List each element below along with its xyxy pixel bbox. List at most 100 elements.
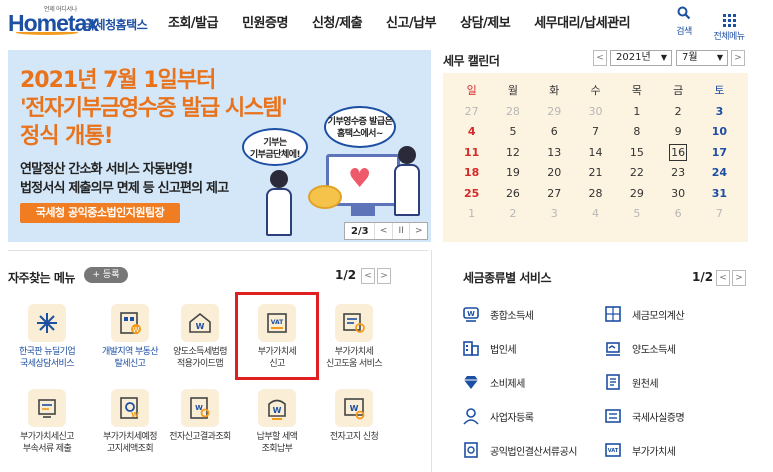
- calendar-day[interactable]: 31: [699, 184, 740, 205]
- calendar-day[interactable]: 19: [492, 163, 533, 184]
- coins-illustration: [308, 185, 342, 209]
- calendar-day[interactable]: 2: [657, 102, 698, 123]
- calendar-day[interactable]: 1: [616, 102, 657, 123]
- tax-service-label: 종합소득세: [490, 310, 534, 322]
- tax-service-item[interactable]: VAT 부가가치세: [603, 440, 676, 460]
- favorite-label-line1: 부가가치세: [334, 347, 374, 357]
- banner-prev-button[interactable]: <: [374, 223, 392, 239]
- calendar-year-select[interactable]: 2021년 ▼: [610, 50, 672, 66]
- calendar-day[interactable]: 3: [699, 102, 740, 123]
- calendar-weekday-header: 목: [631, 84, 642, 97]
- calendar-day[interactable]: 18: [451, 163, 492, 184]
- logo-swoosh: [16, 30, 78, 35]
- calendar-day[interactable]: 29: [616, 184, 657, 205]
- tax-service-item[interactable]: 사업자등록: [461, 406, 534, 426]
- favorite-item[interactable]: W 개발지역 부동산 탈세신고: [90, 304, 170, 370]
- tax-service-item[interactable]: 공익법인결산서류공시: [461, 440, 578, 460]
- calendar-day-number: 1: [633, 104, 641, 118]
- calendar-day[interactable]: 21: [575, 163, 616, 184]
- calendar-day[interactable]: 25: [451, 184, 492, 205]
- calendar-day[interactable]: 12: [492, 143, 533, 164]
- calendar-day[interactable]: 7: [575, 122, 616, 143]
- favorite-item[interactable]: W 납부할 세액 조회납부: [237, 389, 317, 455]
- calendar-day-today[interactable]: 16: [657, 143, 698, 164]
- bubble-right-line2: 홈택스에서~: [337, 129, 383, 139]
- svg-text:W: W: [196, 322, 205, 331]
- calendar-day-number: 4: [467, 125, 476, 138]
- chevron-down-icon: ▼: [660, 53, 667, 62]
- calendar-day[interactable]: 13: [534, 143, 575, 164]
- favorite-item[interactable]: W 부가가치세예정 고지세액조회: [90, 389, 170, 455]
- calendar-day[interactable]: 8: [616, 122, 657, 143]
- calendar-day[interactable]: 15: [616, 143, 657, 164]
- calendar-day[interactable]: 6: [534, 122, 575, 143]
- nav-consult-report[interactable]: 상담/제보: [460, 12, 511, 31]
- calendar-day[interactable]: 23: [657, 163, 698, 184]
- calendar-day[interactable]: 26: [492, 184, 533, 205]
- calendar-day[interactable]: 20: [534, 163, 575, 184]
- calendar-day[interactable]: 14: [575, 143, 616, 164]
- favorite-item[interactable]: 한국판 뉴딜기업 국세상담서비스: [7, 304, 87, 370]
- calendar-day-number: 28: [505, 104, 520, 118]
- house-won-icon: W: [181, 304, 219, 342]
- tax-service-item[interactable]: 양도소득세: [603, 338, 676, 358]
- nav-inquiry-issue[interactable]: 조회/발급: [168, 12, 219, 31]
- tax-service-item[interactable]: 국세사실증명: [603, 406, 685, 426]
- calendar-day[interactable]: 17: [699, 143, 740, 164]
- all-menu-label: 전체메뉴: [713, 32, 745, 42]
- tax-service-item[interactable]: 세금모의계산: [603, 304, 685, 324]
- all-menu-button[interactable]: 전체메뉴: [706, 6, 752, 42]
- banner-next-button[interactable]: >: [409, 223, 427, 239]
- nav-report-payment[interactable]: 신고/납부: [386, 12, 437, 31]
- calendar-year-value: 2021년: [616, 52, 651, 63]
- promo-banner[interactable]: 2021년 7월 1일부터 '전자기부금영수증 발급 시스템' 정식 개통! 연…: [8, 50, 431, 242]
- calendar-box: 일 월 화 수 목 금 토 27 28 29 30 1 2 3 4 5 6 7 8 9 10 11 12 13 14 15 16 17…: [443, 73, 748, 242]
- column-divider: [431, 250, 432, 472]
- hometax-logo[interactable]: 언제 어디서나 Hometax 국세청홈택스: [8, 4, 150, 38]
- calendar-prev-button[interactable]: <: [593, 50, 607, 66]
- favorite-item[interactable]: W 전자고지 신청: [314, 389, 394, 443]
- search-button[interactable]: 검색: [664, 6, 704, 37]
- calendar-day-number: 3: [550, 207, 558, 220]
- favorite-label-line1: 전자신고결과조회: [169, 432, 231, 442]
- calendar-day-number: 23: [671, 166, 686, 179]
- favorite-item[interactable]: W 양도소득세법령 적용가이드맵: [160, 304, 240, 370]
- nav-application-submit[interactable]: 신청/제출: [312, 12, 363, 31]
- calendar-day[interactable]: 30: [657, 184, 698, 205]
- calendar-day[interactable]: 9: [657, 122, 698, 143]
- tax-service-item[interactable]: 법인세: [461, 338, 517, 358]
- calendar-month-select[interactable]: 7월 ▼: [676, 50, 728, 66]
- favorite-item[interactable]: W 전자신고결과조회: [160, 389, 240, 443]
- calendar-day-outside: 3: [534, 204, 575, 225]
- calendar-day[interactable]: 27: [534, 184, 575, 205]
- tax-service-item[interactable]: 원천세: [603, 372, 659, 392]
- tax-service-item[interactable]: 소비제세: [461, 372, 525, 392]
- favorite-item[interactable]: 부가가치세신고 부속서류 제출: [7, 389, 87, 455]
- favorite-label-line1: 한국판 뉴딜기업: [18, 347, 76, 357]
- tax-services-next-button[interactable]: >: [732, 270, 746, 286]
- calendar-month-value: 7월: [682, 52, 698, 63]
- calendar-day-outside: 4: [575, 204, 616, 225]
- calendar-day[interactable]: 5: [492, 122, 533, 143]
- banner-pause-button[interactable]: II: [391, 223, 410, 239]
- calendar-day[interactable]: 24: [699, 163, 740, 184]
- banner-counter: 2/3: [351, 225, 369, 237]
- calendar-day-number: 8: [633, 125, 641, 138]
- tax-services-prev-button[interactable]: <: [716, 270, 730, 286]
- favorites-add-button[interactable]: + 등록: [84, 267, 128, 283]
- favorites-next-button[interactable]: >: [377, 268, 391, 284]
- calendar-day[interactable]: 10: [699, 122, 740, 143]
- calendar-day[interactable]: 22: [616, 163, 657, 184]
- tax-service-item[interactable]: W 종합소득세: [461, 304, 534, 324]
- calendar-next-button[interactable]: >: [731, 50, 745, 66]
- calendar-day[interactable]: 4: [451, 122, 492, 143]
- nav-tax-agent[interactable]: 세무대리/납세관리: [534, 12, 630, 31]
- favorites-prev-button[interactable]: <: [361, 268, 375, 284]
- calendar-day-outside: 28: [492, 102, 533, 123]
- favorite-item[interactable]: 부가가치세 신고도움 서비스: [314, 304, 394, 370]
- tax-service-label: 국세사실증명: [632, 412, 685, 424]
- calendar-day[interactable]: 28: [575, 184, 616, 205]
- calendar-grid: 일 월 화 수 목 금 토 27 28 29 30 1 2 3 4 5 6 7 8 9 10 11 12 13 14 15 16 17…: [451, 81, 740, 225]
- calendar-day[interactable]: 11: [451, 143, 492, 164]
- nav-civil-certificate[interactable]: 민원증명: [242, 12, 288, 31]
